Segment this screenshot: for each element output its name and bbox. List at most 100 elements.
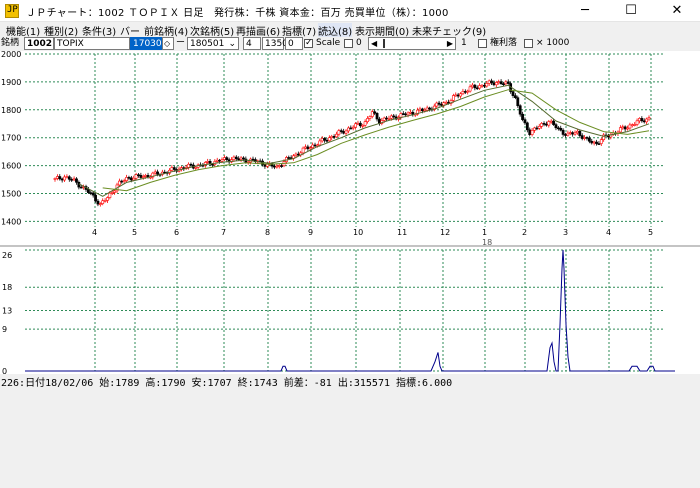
check-icon: ✓ [305, 38, 313, 48]
candle-body [220, 159, 224, 162]
scroll-bar[interactable]: ◀ ▶ [368, 37, 456, 50]
candle-body [642, 120, 646, 123]
maximize-button[interactable]: ☐ [608, 0, 654, 22]
name-input[interactable]: TOPIX [54, 37, 130, 50]
candle-body [571, 132, 575, 135]
price-x-tick-label: 5 [648, 228, 653, 237]
candle-body [545, 123, 548, 126]
candle-body [75, 178, 78, 183]
bars-input[interactable]: 1350 [262, 37, 288, 50]
app-icon-label: JP [7, 5, 18, 15]
candle-body [499, 81, 503, 85]
candle-body [461, 91, 465, 95]
candle-body [566, 132, 570, 136]
menu-next-stock[interactable]: 次銘柄(5) [190, 23, 234, 38]
menu-function[interactable]: 機能(1) [6, 23, 40, 38]
menu-load[interactable]: 読込(8) [318, 23, 353, 38]
candle-body [294, 153, 298, 157]
candle-body [373, 111, 377, 114]
minimize-button[interactable]: ─ [562, 0, 608, 22]
candle-body [404, 113, 408, 116]
candle-body [172, 167, 176, 170]
candle-body [222, 157, 226, 160]
candle-body [618, 127, 622, 133]
candle-body [635, 120, 639, 125]
offset-input[interactable]: 0 [285, 37, 303, 50]
x1000-checkbox[interactable] [524, 39, 533, 48]
candle-body [316, 144, 319, 147]
app-icon[interactable]: JP [5, 4, 19, 18]
zero-checkbox[interactable] [344, 39, 353, 48]
candle-body [475, 87, 479, 90]
candle-body [556, 127, 560, 130]
candle-body [597, 143, 601, 145]
candle-body [578, 130, 582, 136]
candle-body [134, 174, 138, 179]
price-x-tick-label: 5 [132, 228, 137, 237]
price-chart-background [0, 51, 700, 247]
indicator-y-tick-label: 26 [2, 251, 12, 260]
candle-body [356, 122, 360, 125]
candle-body [63, 176, 66, 181]
menu-display-period[interactable]: 表示期間(0) [355, 23, 409, 38]
menu-bar-type[interactable]: バー [120, 23, 140, 38]
period-input[interactable]: 4 [243, 37, 261, 50]
candle-body [280, 165, 284, 167]
indicator-y-tick-label: 13 [2, 307, 12, 316]
candle-body [337, 130, 341, 135]
scroll-right-icon[interactable]: ▶ [447, 38, 453, 50]
menu-kind[interactable]: 種別(2) [44, 23, 78, 38]
candle-body [471, 84, 474, 88]
candle-body [296, 153, 300, 156]
candle-body [287, 157, 291, 159]
candle-body [647, 117, 651, 120]
candle-body [502, 83, 505, 86]
candle-body [497, 81, 501, 83]
candle-body [440, 104, 443, 106]
window-title: ＪＰチャート：1002 ＴＯＰＩＸ 日足 発行株：千株 資本金：百万 売買単位（… [26, 8, 449, 19]
candle-body [70, 179, 74, 181]
candle-body [313, 144, 317, 147]
candle-body [113, 190, 117, 193]
menu-indicator[interactable]: 指標(7) [282, 23, 316, 38]
candle-body [554, 124, 558, 129]
rights-checkbox[interactable] [478, 39, 487, 48]
code-input[interactable]: 1002 [24, 37, 54, 50]
candle-body [442, 102, 446, 106]
candle-body [325, 139, 329, 142]
scroll-thumb[interactable] [383, 39, 385, 48]
candle-body [409, 111, 412, 114]
candle-body [53, 178, 57, 180]
toolbar: 銘柄 1002 TOPIX 170308 ◇ ー 180501 ⌄ 4 1350 … [0, 37, 700, 51]
price-x-tick-label: 11 [397, 228, 407, 237]
candle-body [385, 117, 388, 120]
menu-prev-stock[interactable]: 前銘柄(4) [144, 23, 188, 38]
price-chart[interactable]: 20001900180017001600150014004 5 6 7 8 9 10 11 12… [0, 51, 700, 247]
indicator-chart[interactable]: 26 18 13 9 0 [0, 247, 700, 374]
candle-body [132, 177, 136, 181]
end-code-select[interactable]: 180501 ⌄ [187, 37, 239, 50]
menu-future-check[interactable]: 未来チェック(9) [412, 23, 486, 38]
candle-body [55, 176, 59, 179]
candle-body [640, 118, 644, 122]
candle-body [580, 135, 584, 139]
scroll-left-icon[interactable]: ◀ [371, 38, 377, 50]
indicator-y-tick-label: 18 [2, 283, 12, 292]
candle-body [480, 84, 484, 87]
candle-body [110, 192, 114, 194]
candle-body [330, 136, 334, 139]
close-button[interactable]: ✕ [654, 0, 700, 22]
start-spin-icon[interactable]: ◇ [162, 37, 174, 50]
candle-body [518, 105, 522, 115]
candle-body [327, 137, 331, 142]
candle-body [275, 165, 279, 168]
status-line: 226:日付18/02/06 始:1789 高:1790 安:1707 終:17… [1, 378, 453, 389]
menu-redraw[interactable]: 再描画(6) [236, 23, 280, 38]
candle-body [144, 175, 148, 177]
menu-condition[interactable]: 条件(3) [82, 23, 116, 38]
start-code-input[interactable]: 170308 [130, 37, 167, 50]
candle-body [215, 159, 219, 162]
scale-checkbox[interactable]: ✓ [304, 38, 313, 48]
candle-body [576, 130, 579, 134]
candle-body [273, 165, 276, 168]
